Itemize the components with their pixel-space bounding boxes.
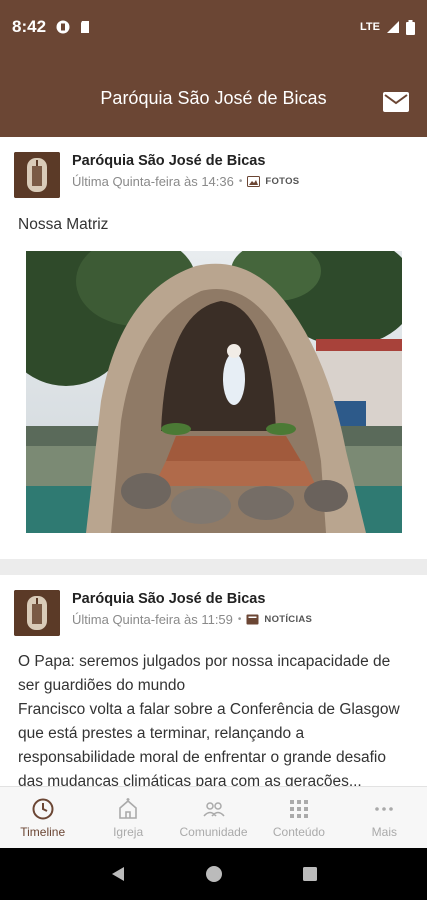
post-meta: Última Quinta-feira às 14:36 • FOTOS [72, 174, 299, 189]
tab-timeline[interactable]: Timeline [0, 787, 85, 848]
status-time: 8:42 [12, 17, 47, 36]
news-icon [246, 614, 259, 625]
page-title: Paróquia São José de Bicas [100, 88, 327, 108]
parish-logo-icon [14, 590, 60, 636]
separator-dot: • [237, 614, 242, 625]
tab-mais[interactable]: Mais [342, 787, 427, 848]
tab-comunidade[interactable]: Comunidade [171, 787, 256, 848]
signal-icon [387, 21, 399, 33]
post-card[interactable]: Paróquia São José de Bicas Última Quinta… [0, 575, 427, 786]
clock-icon [32, 798, 54, 819]
status-bar: 8:42 LTE [0, 0, 427, 54]
photo-icon [247, 176, 261, 187]
post-card[interactable]: Paróquia São José de Bicas Última Quinta… [0, 137, 427, 559]
church-icon [119, 797, 137, 819]
tab-label: Comunidade [179, 824, 248, 839]
post-meta: Última Quinta-feira às 11:59 • NOTÍCIAS [72, 612, 312, 627]
tab-label: Mais [371, 824, 397, 839]
more-icon [375, 806, 394, 811]
network-type: LTE [360, 21, 380, 33]
post-headline: O Papa: seremos julgados por nossa incap… [18, 653, 391, 694]
post-category: FOTOS [265, 176, 300, 187]
status-right: LTE [360, 19, 415, 35]
post-time: Última Quinta-feira às 14:36 [72, 174, 234, 189]
post-photo[interactable] [26, 251, 402, 533]
battery-icon [406, 19, 415, 35]
system-navigation-bar [0, 848, 427, 900]
home-icon[interactable] [205, 865, 223, 883]
separator-dot: • [238, 176, 243, 187]
app-screen: 8:42 LTE Paróquia São José de Bicas Paró… [0, 0, 427, 900]
grotto-photo [26, 251, 402, 533]
tab-label: Igreja [113, 824, 144, 839]
parish-logo-icon [14, 152, 60, 198]
post-time: Última Quinta-feira às 11:59 [72, 612, 233, 627]
timeline-feed[interactable]: Paróquia São José de Bicas Última Quinta… [0, 137, 427, 786]
tab-label: Timeline [20, 824, 66, 839]
post-author[interactable]: Paróquia São José de Bicas [72, 591, 265, 607]
notification-app-icon [56, 20, 70, 34]
tab-igreja[interactable]: Igreja [85, 787, 170, 848]
bottom-navigation: Timeline Igreja Comunidade Conteúdo Mais [0, 786, 427, 848]
grid-icon [289, 799, 308, 818]
back-icon[interactable] [109, 865, 127, 883]
app-bar: 8:42 LTE Paróquia São José de Bicas [0, 0, 427, 137]
avatar[interactable] [14, 152, 60, 198]
post-author[interactable]: Paróquia São José de Bicas [72, 153, 265, 169]
tab-label: Conteúdo [272, 824, 325, 839]
people-icon [202, 801, 225, 817]
tab-conteudo[interactable]: Conteúdo [256, 787, 341, 848]
recents-icon[interactable] [302, 866, 318, 882]
sd-card-icon [81, 21, 90, 33]
post-body: Francisco volta a falar sobre a Conferên… [18, 701, 400, 786]
avatar[interactable] [14, 590, 60, 636]
mail-icon[interactable] [383, 92, 409, 112]
post-text: Nossa Matriz [18, 216, 109, 233]
post-category: NOTÍCIAS [264, 614, 313, 625]
